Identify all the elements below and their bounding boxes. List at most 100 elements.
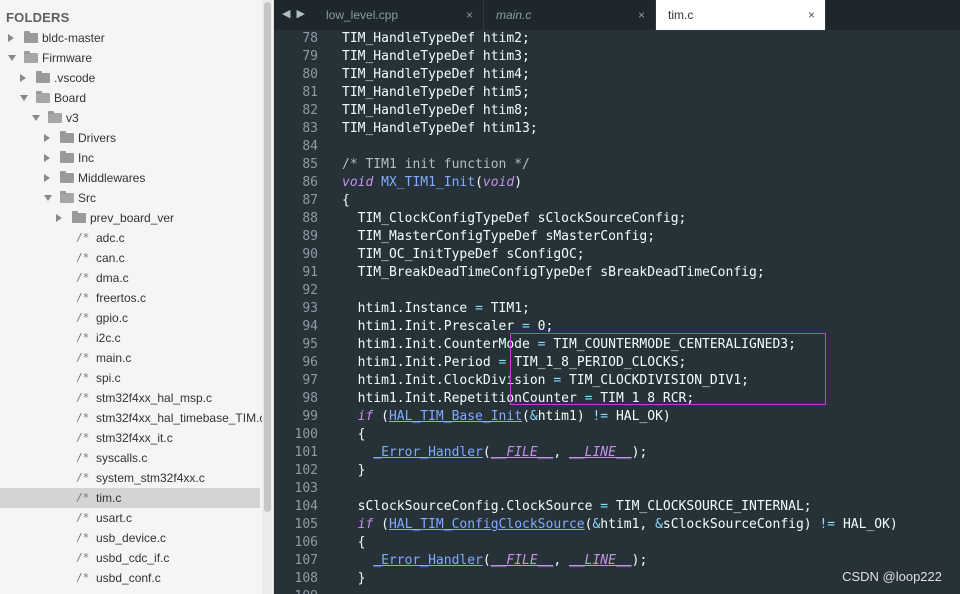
watermark: CSDN @loop222 — [842, 569, 942, 584]
tree-file[interactable]: /* adc.c — [0, 228, 260, 248]
line-number: 102 — [294, 463, 318, 478]
code-line: 104 sClockSourceConfig.ClockSource = TIM… — [274, 498, 960, 516]
tab-prev-icon[interactable]: ◀ — [282, 7, 290, 20]
tree-file[interactable]: /* usbd_cdc_if.c — [0, 548, 260, 568]
c-file-icon: /* — [76, 391, 90, 404]
tree-item-label: stm32f4xx_hal_timebase_TIM.c — [96, 411, 266, 425]
tree-item-label: usbd_conf.c — [96, 571, 161, 585]
line-number: 87 — [302, 193, 318, 208]
tree-folder[interactable]: Inc — [0, 148, 260, 168]
line-number: 79 — [302, 49, 318, 64]
line-number: 99 — [302, 409, 318, 424]
code-text: htim1.Init.Period = TIM_1_8_PERIOD_CLOCK… — [342, 355, 687, 370]
tree-file[interactable]: /* system_stm32f4xx.c — [0, 468, 260, 488]
tab-next-icon[interactable]: ▶ — [296, 7, 304, 20]
line-number: 106 — [294, 535, 318, 550]
sidebar-scrollbar[interactable] — [262, 0, 272, 594]
tree-folder[interactable]: Drivers — [0, 128, 260, 148]
code-text: _Error_Handler(__FILE__, __LINE__); — [373, 445, 648, 460]
tree-file[interactable]: /* usart.c — [0, 508, 260, 528]
caret-down-icon[interactable] — [32, 115, 40, 121]
c-file-icon: /* — [76, 511, 90, 524]
tab-main-c[interactable]: main.c × — [484, 0, 656, 30]
caret-right-icon[interactable] — [56, 214, 62, 222]
code-text: TIM_ClockConfigTypeDef sClockSourceConfi… — [342, 211, 687, 226]
close-icon[interactable]: × — [808, 0, 815, 30]
caret-down-icon[interactable] — [8, 55, 16, 61]
line-number: 98 — [302, 391, 318, 406]
tree-file[interactable]: /* gpio.c — [0, 308, 260, 328]
tree-item-label: Middlewares — [78, 171, 146, 185]
tree-file[interactable]: /* spi.c — [0, 368, 260, 388]
code-text: { — [342, 193, 350, 208]
code-line: 99 if (HAL_TIM_Base_Init(&htim1) != HAL_… — [274, 408, 960, 426]
code-text: } — [342, 571, 366, 586]
tree-folder[interactable]: bldc-master — [0, 28, 260, 48]
caret-down-icon[interactable] — [44, 195, 52, 201]
tree-file[interactable]: /* tim.c — [0, 488, 260, 508]
caret-right-icon[interactable] — [20, 74, 26, 82]
tree-item-label: adc.c — [96, 231, 125, 245]
line-number: 100 — [294, 427, 318, 442]
tree-file[interactable]: /* stm32f4xx_it.c — [0, 428, 260, 448]
tree-file[interactable]: /* usbd_conf.c — [0, 568, 260, 588]
close-icon[interactable]: × — [466, 0, 473, 30]
tree-file[interactable]: /* i2c.c — [0, 328, 260, 348]
tree-item-label: usb_device.c — [96, 531, 167, 545]
close-icon[interactable]: × — [638, 0, 645, 30]
c-file-icon: /* — [76, 231, 90, 244]
code-area[interactable]: 78 TIM_HandleTypeDef htim2; 79 TIM_HandleTy… — [274, 30, 960, 594]
tree-file[interactable]: /* usb_device.c — [0, 528, 260, 548]
tree-folder[interactable]: Src — [0, 188, 260, 208]
code-text: htim1.Instance = TIM1; — [342, 301, 530, 316]
tree-file[interactable]: /* can.c — [0, 248, 260, 268]
tab-low-level-cpp[interactable]: low_level.cpp × — [314, 0, 484, 30]
line-number: 91 — [302, 265, 318, 280]
tree-file[interactable]: /* dma.c — [0, 268, 260, 288]
tree-item-label: syscalls.c — [96, 451, 148, 465]
code-text: TIM_BreakDeadTimeConfigTypeDef sBreakDea… — [342, 265, 765, 280]
code-line: 88 TIM_ClockConfigTypeDef sClockSourceCo… — [274, 210, 960, 228]
tree-folder[interactable]: Middlewares — [0, 168, 260, 188]
tree-file[interactable]: /* stm32f4xx_hal_msp.c — [0, 388, 260, 408]
code-text: htim1.Init.Prescaler = 0; — [342, 319, 554, 334]
line-number: 81 — [302, 85, 318, 100]
code-line: 81 TIM_HandleTypeDef htim5; — [274, 84, 960, 102]
tab-tim-c[interactable]: tim.c × — [656, 0, 826, 30]
tree-item-label: Board — [54, 91, 87, 105]
caret-right-icon[interactable] — [44, 154, 50, 162]
code-text: htim1.Init.RepetitionCounter = TIM_1_8_R… — [342, 391, 695, 406]
line-number: 94 — [302, 319, 318, 334]
tab-label: tim.c — [668, 8, 694, 22]
code-text: TIM_MasterConfigTypeDef sMasterConfig; — [342, 229, 656, 244]
tree-file[interactable]: /* syscalls.c — [0, 448, 260, 468]
code-line: 86 void MX_TIM1_Init(void) — [274, 174, 960, 192]
tree-folder[interactable]: Firmware — [0, 48, 260, 68]
tab-label: low_level.cpp — [326, 8, 399, 22]
tree-folder[interactable]: prev_board_ver — [0, 208, 260, 228]
tree-folder[interactable]: v3 — [0, 108, 260, 128]
caret-right-icon[interactable] — [44, 134, 50, 142]
c-file-icon: /* — [76, 411, 90, 424]
tree-file[interactable]: /* main.c — [0, 348, 260, 368]
line-number: 97 — [302, 373, 318, 388]
sidebar-scroll-thumb[interactable] — [264, 2, 271, 512]
line-number: 107 — [294, 553, 318, 568]
tree-item-label: can.c — [96, 251, 125, 265]
line-number: 89 — [302, 229, 318, 244]
tree-folder[interactable]: Board — [0, 88, 260, 108]
tree-file[interactable]: /* stm32f4xx_hal_timebase_TIM.c — [0, 408, 265, 428]
line-number: 82 — [302, 103, 318, 118]
tree-file[interactable]: /* freertos.c — [0, 288, 260, 308]
line-number: 92 — [302, 283, 318, 298]
code-text: htim1.Init.CounterMode = TIM_COUNTERMODE… — [342, 337, 796, 352]
code-text: TIM_HandleTypeDef htim13; — [342, 121, 538, 136]
line-number: 86 — [302, 175, 318, 190]
tree-item-label: system_stm32f4xx.c — [96, 471, 205, 485]
line-number: 80 — [302, 67, 318, 82]
tree-folder[interactable]: .vscode — [0, 68, 260, 88]
code-text: TIM_HandleTypeDef htim5; — [342, 85, 530, 100]
caret-right-icon[interactable] — [8, 34, 14, 42]
caret-down-icon[interactable] — [20, 95, 28, 101]
caret-right-icon[interactable] — [44, 174, 50, 182]
